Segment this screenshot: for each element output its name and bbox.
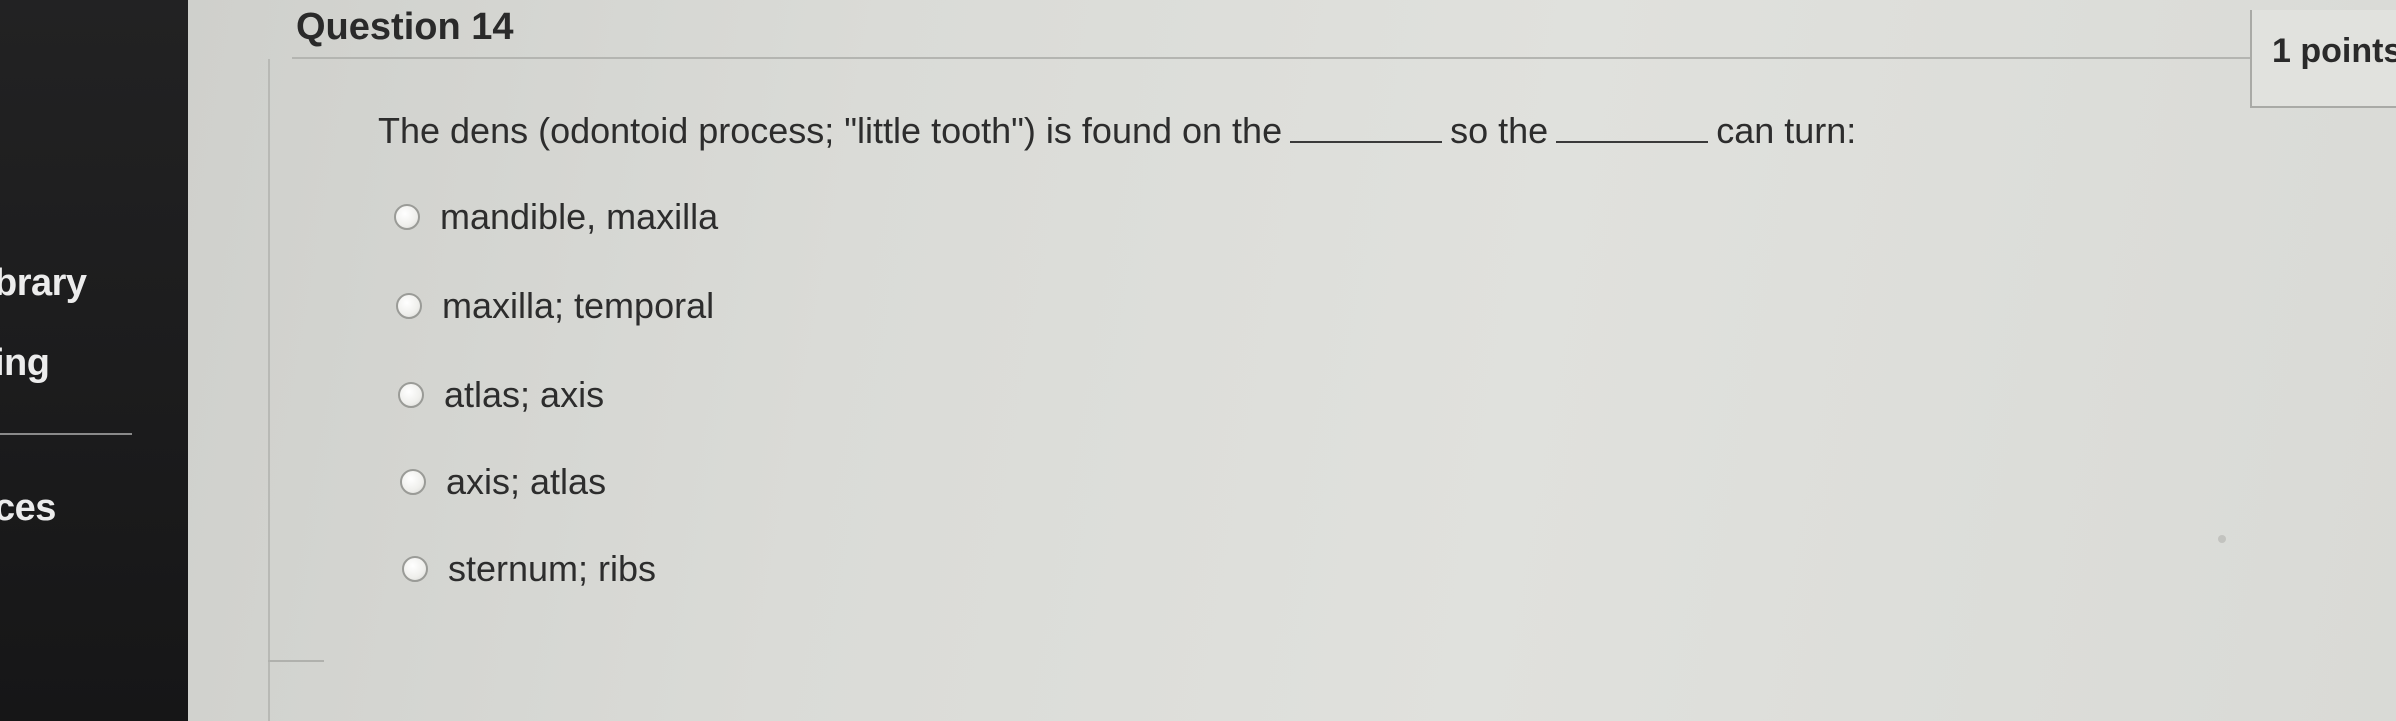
sidebar-divider <box>0 433 132 435</box>
radio-button[interactable] <box>396 293 422 319</box>
panel-divider <box>268 660 324 662</box>
answer-blank-2 <box>1556 140 1709 143</box>
question-text-part-3: can turn: <box>1716 110 1857 151</box>
answer-option-label: mandible, maxilla <box>440 196 719 237</box>
question-title: Question 14 <box>296 6 514 48</box>
answer-option-2[interactable]: maxilla; temporal <box>396 285 714 327</box>
answer-option-4[interactable]: axis; atlas <box>400 461 606 503</box>
sidebar-item-library[interactable]: brary <box>0 262 87 305</box>
radio-button[interactable] <box>398 382 424 408</box>
points-label: 1 points <box>2272 32 2396 70</box>
answer-option-5[interactable]: sternum; ribs <box>402 548 656 590</box>
answer-option-1[interactable]: mandible, maxilla <box>394 196 718 238</box>
sidebar-item-resources[interactable]: ces <box>0 487 56 530</box>
question-text-part-2: so the <box>1450 110 1549 151</box>
answer-option-label: axis; atlas <box>446 461 607 502</box>
question-text: The dens (odontoid process; "little toot… <box>378 110 1856 152</box>
radio-button[interactable] <box>400 469 426 495</box>
answer-option-label: atlas; axis <box>444 374 605 415</box>
answer-option-label: maxilla; temporal <box>442 285 715 326</box>
radio-button[interactable] <box>402 556 428 582</box>
answer-option-label: sternum; ribs <box>448 548 657 589</box>
radio-button[interactable] <box>394 204 420 230</box>
screen-smudge <box>2218 535 2226 543</box>
left-sidebar: brary ing ces <box>0 0 188 721</box>
answer-option-3[interactable]: atlas; axis <box>398 374 604 416</box>
question-text-part-1: The dens (odontoid process; "little toot… <box>378 110 1283 151</box>
question-content-area: Question 14 1 points The dens (odontoid … <box>188 0 2396 721</box>
question-header-divider <box>292 57 2352 59</box>
points-box: 1 points <box>2250 10 2396 108</box>
answer-blank-1 <box>1290 140 1443 143</box>
sidebar-item-ing[interactable]: ing <box>0 342 50 385</box>
